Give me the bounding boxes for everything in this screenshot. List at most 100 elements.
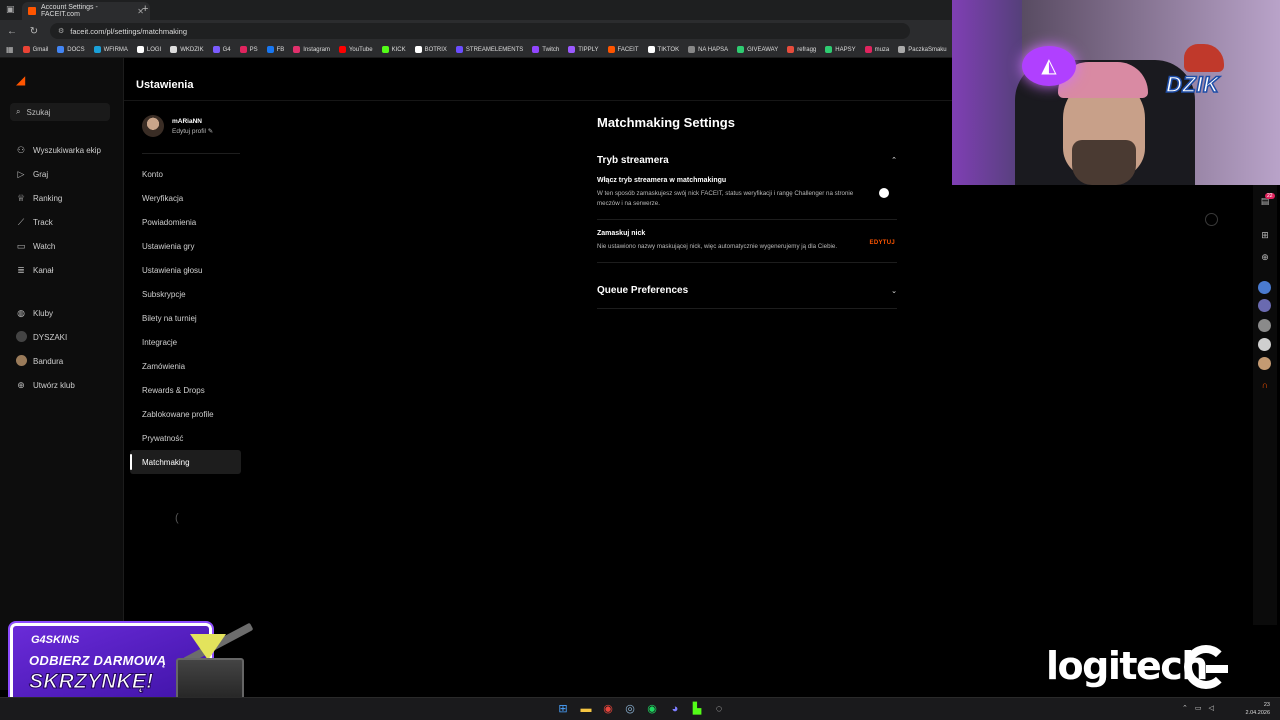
sidebar-item-label: Utwórz klub [33,380,75,390]
bookmark-label: TIPPLY [578,46,599,53]
steam-icon[interactable]: ◎ [623,702,637,716]
bookmark-botrix[interactable]: BOTRIX [414,46,447,53]
apps-icon[interactable]: ▦ [6,45,14,54]
sidebar-item-ranking[interactable]: ♕ Ranking [16,186,120,210]
bookmark-fb[interactable]: FB [266,46,284,53]
friend-avatar[interactable] [1258,281,1271,294]
bookmark-na-hapsa[interactable]: NA HAPSA [688,46,728,53]
chevron-down-icon[interactable]: ⌄ [891,287,897,295]
bookmark-hapsy[interactable]: HAPSY [825,46,856,53]
sidebar-item-label: Bandura [33,356,64,366]
cone-image [190,634,226,660]
settings-menu-item-rewards-drops[interactable]: Rewards & Drops [130,378,241,402]
sidebar-item-utwórz-klub[interactable]: ⊕ Utwórz klub [16,373,120,397]
bookmark-tiktok[interactable]: TIKTOK [647,46,679,53]
network-icon[interactable]: ▭ [1195,704,1202,712]
bookmark-twitch[interactable]: Twitch [532,46,559,53]
settings-menu-item-zamówienia[interactable]: Zamówienia [130,354,241,378]
edit-mask-nick-button[interactable]: EDYTUJ [870,240,895,246]
start-icon[interactable]: ⊞ [556,702,570,716]
sidebar-item-dyszaki[interactable]: DYSZAKI [16,325,120,349]
sidebar-item-kanał[interactable]: ≣ Kanał [16,258,120,282]
tab-list-icon[interactable]: ▣ [6,4,15,15]
bookmark-docs[interactable]: DOCS [57,46,85,53]
bookmark-gmail[interactable]: Gmail [22,46,48,53]
profile-card[interactable]: mARiaNN Edytuj profil ✎ [142,115,213,137]
search-input[interactable]: ⌕ Szukaj [10,103,110,121]
sidebar-item-wyszukiwarka-ekip[interactable]: ⚇ Wyszukiwarka ekip [16,138,120,162]
bookmark-wkdzik[interactable]: WKDZIK [170,46,204,53]
globe-icon: ◍ [17,307,25,318]
friend-avatar[interactable] [1258,299,1271,312]
streamer-mode-toggle[interactable] [879,188,889,198]
bookmark-logi[interactable]: LOGI [136,46,161,53]
bookmark-refragg[interactable]: refragg [787,46,816,53]
folder-icon[interactable]: ▬ [579,702,593,716]
settings-menu-item-ustawienia-gry[interactable]: Ustawienia gry [130,234,241,258]
bookmark-muza[interactable]: muza [864,46,889,53]
settings-menu-item-weryfikacja[interactable]: Weryfikacja [130,186,241,210]
streamer-section-header[interactable]: Tryb streamera ⌃ [597,153,897,167]
bookmark-favicon-icon [688,46,696,53]
bookmark-giveaway[interactable]: GIVEAWAY [737,46,778,53]
bookmark-paczkasmaku[interactable]: PaczkaSmaku [898,46,947,53]
dzik-logo: DZIK [1165,44,1246,98]
sidebar-item-kluby[interactable]: ◍ Kluby [16,301,120,325]
bookmark-favicon-icon [568,46,576,53]
address-bar-row: ← ↻ ⚙ faceit.com/pl/settings/matchmaking [0,20,952,42]
clock-date: 2.04.2026 [1245,710,1270,716]
spotify-icon[interactable]: ◉ [645,702,659,716]
friend-avatar[interactable] [1258,338,1271,351]
bookmark-tipply[interactable]: TIPPLY [568,46,599,53]
edit-profile-link[interactable]: Edytuj profil ✎ [172,127,213,135]
kick-icon[interactable]: ▙ [690,702,704,716]
volume-icon[interactable]: ◁ [1209,704,1214,712]
new-tab-button[interactable]: + [142,3,148,15]
sidebar-item-graj[interactable]: ▷ Graj [16,162,120,186]
settings-menu-item-zablokowane-profile[interactable]: Zablokowane profile [130,402,241,426]
faceit-logo-icon[interactable]: ◢ [16,74,28,86]
site-info-icon[interactable]: ⚙ [58,27,64,35]
bookmark-ps[interactable]: PS [239,46,258,53]
reload-icon[interactable]: ↻ [28,26,40,37]
obs-icon[interactable]: ◌ [712,702,726,716]
sidebar-item-track[interactable]: ⟋ Track [16,210,120,234]
bookmark-youtube[interactable]: YouTube [338,46,373,53]
bookmark-favicon-icon [136,46,144,53]
browser-tab[interactable]: Account Settings - FACEIT.com ✕ [22,2,150,20]
headset-icon[interactable]: ∩ [1259,379,1271,391]
settings-menu-item-bilety-na-turniej[interactable]: Bilety na turniej [130,306,241,330]
bookmark-streamelements[interactable]: STREAMELEMENTS [455,46,523,53]
settings-menu-item-prywatność[interactable]: Prywatność [130,426,241,450]
party-icon[interactable]: ⊞ [1259,229,1271,241]
settings-menu-item-subskrypcje[interactable]: Subskrypcje [130,282,241,306]
sidebar-item-watch[interactable]: ▭ Watch [16,234,120,258]
bookmark-instagram[interactable]: Instagram [293,46,330,53]
bookmark-wfirma[interactable]: WFIRMA [93,46,128,53]
chrome-icon[interactable]: ◉ [601,702,615,716]
chevron-up-icon[interactable]: ⌃ [891,156,897,164]
bookmark-label: NA HAPSA [698,46,729,53]
clock[interactable]: 23 2.04.2026 [1246,701,1270,717]
friend-avatar[interactable] [1258,357,1271,370]
queue-preferences-header[interactable]: Queue Preferences ⌄ [597,285,897,309]
bookmark-kick[interactable]: KICK [381,46,406,53]
back-icon[interactable]: ← [6,26,18,37]
settings-menu-item-powiadomienia[interactable]: Powiadomienia [130,210,241,234]
chevron-up-icon[interactable]: ⌃ [1182,704,1188,712]
url-field[interactable]: ⚙ faceit.com/pl/settings/matchmaking [50,23,910,39]
bookmark-label: KICK [391,46,406,53]
settings-menu-item-integracje[interactable]: Integracje [130,330,241,354]
friend-avatar[interactable] [1258,319,1271,332]
promo-line-1: ODBIERZ DARMOWĄ [29,653,167,668]
mask-nick-title: Zamaskuj nick [597,230,646,237]
bookmark-faceit[interactable]: FACEIT [607,46,639,53]
add-friend-icon[interactable]: ⊕ [1259,251,1271,263]
bookmark-g4[interactable]: G4 [212,46,231,53]
bookmark-label: GIVEAWAY [747,46,779,53]
settings-menu-item-ustawienia-głosu[interactable]: Ustawienia głosu [130,258,241,282]
settings-menu-item-matchmaking[interactable]: Matchmaking [130,450,241,474]
settings-menu-item-konto[interactable]: Konto [130,162,241,186]
discord-icon[interactable]: ◕ [668,702,682,716]
sidebar-item-bandura[interactable]: Bandura [16,349,120,373]
